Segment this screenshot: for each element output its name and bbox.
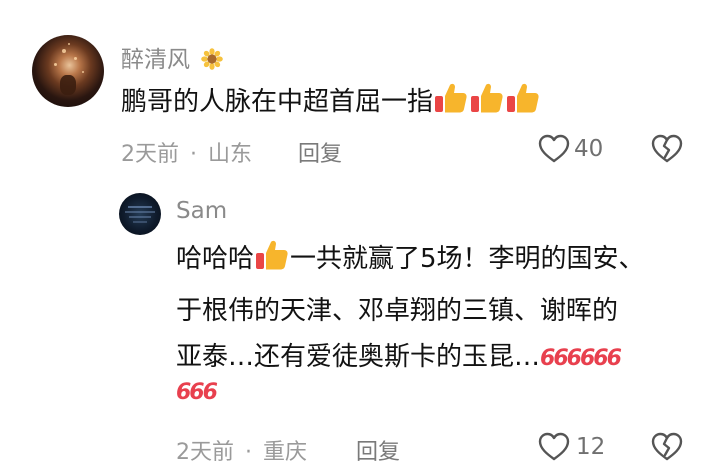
reply-button[interactable]: 回复 (298, 136, 342, 168)
broken-heart-icon (651, 134, 683, 163)
like-button[interactable] (537, 133, 571, 165)
six-six-six-emoji: 666 (540, 346, 582, 371)
separator: · (245, 440, 252, 465)
six-six-six-emoji: 666 (176, 380, 218, 405)
location: 山东 (208, 142, 253, 167)
heart-icon (538, 134, 570, 163)
thumbs-up-icon (255, 239, 289, 271)
username[interactable]: 醉清风 (121, 40, 224, 74)
broken-heart-icon (651, 432, 683, 461)
avatar[interactable] (32, 35, 104, 107)
timestamp: 2天前 (176, 440, 234, 465)
reply-text-line-1: 哈哈哈 一共就赢了5场！李明的国安、 (176, 233, 645, 285)
dislike-button[interactable] (650, 431, 684, 463)
comment-body: 鹏哥的人脉在中超首屈一指 (121, 87, 434, 117)
username[interactable]: Sam (176, 198, 227, 224)
comment-text: 鹏哥的人脉在中超首屈一指 (121, 76, 541, 128)
reply-button[interactable]: 回复 (356, 434, 400, 466)
reply-text-line-3: 亚泰…还有爱徒奥斯卡的玉昆…666666 (176, 331, 622, 385)
thumbs-up-icon (470, 82, 504, 114)
username-text[interactable]: 醉清风 (121, 47, 190, 73)
like-count: 12 (576, 434, 606, 460)
sunflower-icon (201, 48, 224, 70)
reply-text-line-4: 666 (176, 380, 218, 405)
timestamp: 2天前 (121, 142, 179, 167)
six-six-six-emoji: 666 (579, 346, 622, 371)
thumbs-up-icon (434, 82, 468, 114)
avatar[interactable] (119, 193, 161, 235)
dislike-button[interactable] (650, 133, 684, 165)
reply-text-line-2: 于根伟的天津、邓卓翔的三镇、谢晖的 (176, 296, 619, 326)
reply-meta: 2天前 · 重庆 (176, 434, 307, 466)
like-button[interactable] (537, 431, 571, 463)
reply-text: 亚泰…还有爱徒奥斯卡的玉昆… (176, 342, 541, 372)
comment-meta: 2天前 · 山东 (121, 136, 252, 168)
separator: · (190, 142, 197, 167)
heart-icon (538, 432, 570, 461)
reply-text: 一共就赢了5场！李明的国安、 (290, 244, 645, 274)
thumbs-up-icon (506, 82, 540, 114)
reply-text: 哈哈哈 (176, 244, 255, 274)
like-count: 40 (574, 136, 604, 162)
location: 重庆 (263, 440, 308, 465)
